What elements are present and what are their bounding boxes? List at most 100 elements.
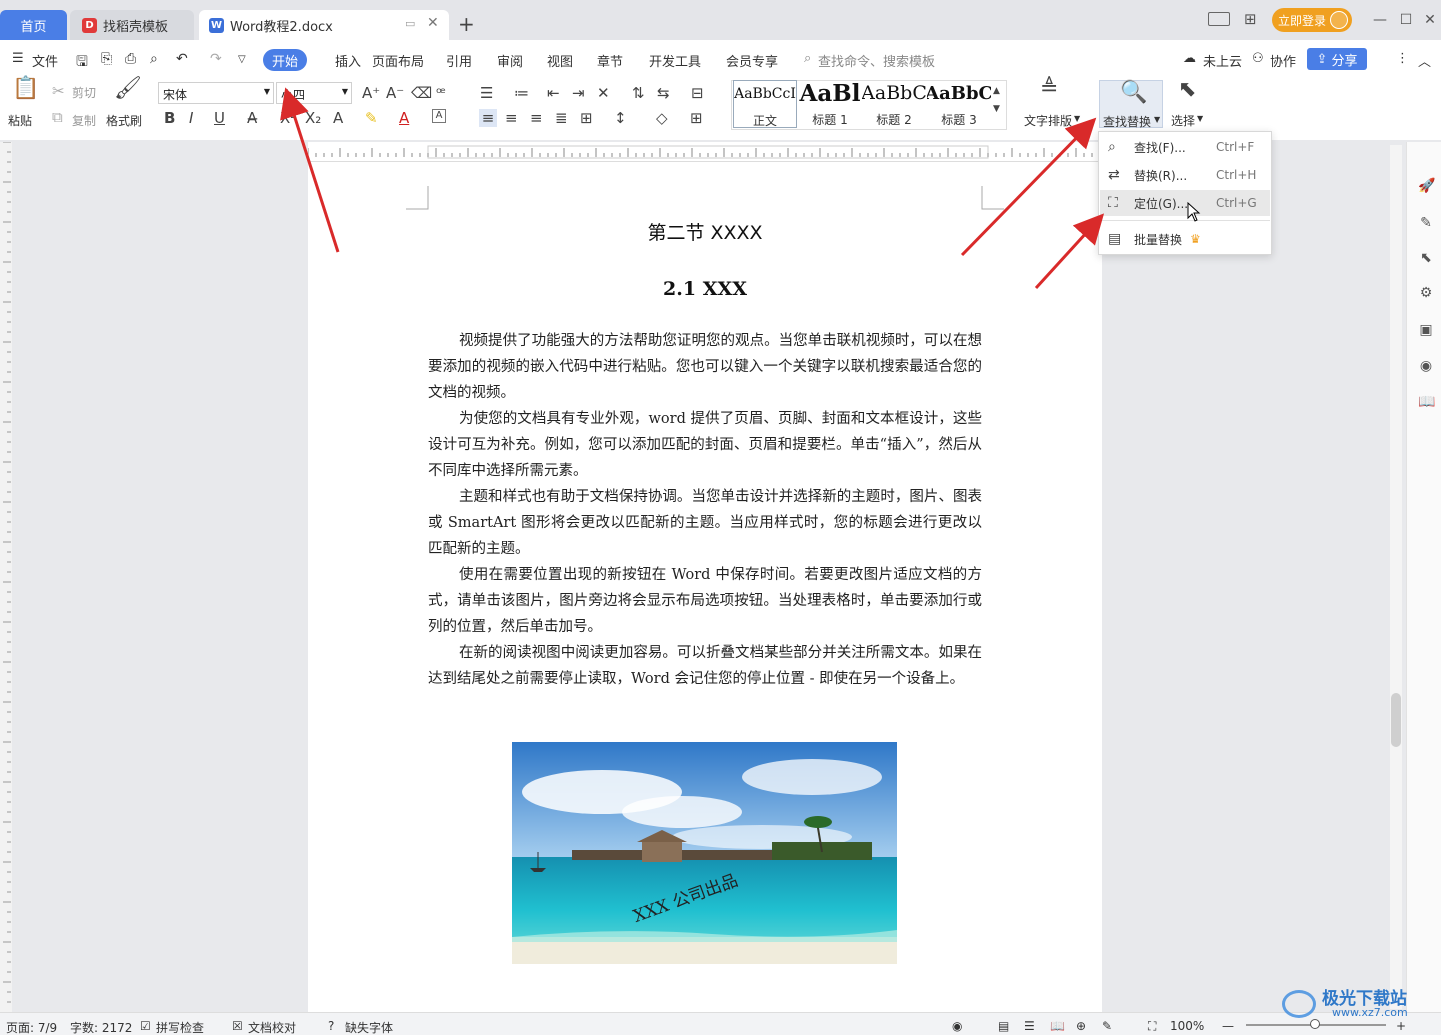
- close-window-icon[interactable]: ✕: [1420, 10, 1440, 30]
- menu-member[interactable]: 会员专享: [726, 51, 778, 70]
- shading-icon[interactable]: ◇: [656, 109, 668, 127]
- justify-icon[interactable]: ≣: [555, 109, 568, 127]
- find-replace-button[interactable]: 🔍 查找替换 ▼: [1099, 80, 1163, 129]
- chinese-layout-icon[interactable]: ✕: [597, 84, 610, 102]
- text-layout-dropdown-icon[interactable]: ▼: [1074, 114, 1080, 123]
- copy-icon[interactable]: ⧉: [52, 108, 63, 126]
- login-button[interactable]: 立即登录: [1272, 8, 1352, 32]
- more-icon[interactable]: ⋮: [1396, 51, 1409, 66]
- menu-item-find[interactable]: ⌕ 查找(F)... Ctrl+F: [1100, 134, 1270, 160]
- bullets-icon[interactable]: ☰: [480, 84, 493, 102]
- style-heading-1[interactable]: AaBl 标题 1: [798, 80, 862, 128]
- pointer-icon[interactable]: ⬉: [1418, 250, 1434, 266]
- align-right-icon[interactable]: ≡: [530, 109, 543, 127]
- menu-developer[interactable]: 开发工具: [649, 51, 701, 70]
- italic-icon[interactable]: I: [189, 109, 193, 127]
- cloud-status[interactable]: 未上云: [1203, 51, 1242, 70]
- select-button[interactable]: 选择: [1171, 112, 1195, 129]
- grow-font-icon[interactable]: A⁺: [362, 84, 380, 102]
- bold-icon[interactable]: B: [164, 109, 175, 127]
- redo-icon[interactable]: ↷: [210, 51, 222, 67]
- share-button[interactable]: ⇪ 分享: [1307, 48, 1367, 70]
- styles-scroll-icon[interactable]: ▲ ▼: [993, 82, 1000, 118]
- menu-item-goto[interactable]: ⛶ 定位(G)... Ctrl+G: [1100, 190, 1270, 216]
- settings-sliders-icon[interactable]: ⚙: [1418, 285, 1434, 301]
- read-view-icon[interactable]: 📖: [1050, 1019, 1065, 1033]
- font-color-icon[interactable]: A: [399, 109, 409, 127]
- page-indicator[interactable]: 页面: 7/9: [6, 1019, 57, 1035]
- show-marks-icon[interactable]: ⇆: [657, 84, 670, 102]
- close-tab-icon[interactable]: ✕: [427, 15, 439, 31]
- menu-page-layout[interactable]: 页面布局: [372, 51, 424, 70]
- menu-review[interactable]: 审阅: [497, 51, 523, 70]
- cut-button[interactable]: 剪切: [72, 84, 96, 101]
- collab-button[interactable]: 协作: [1270, 51, 1296, 70]
- format-painter-button[interactable]: 格式刷: [106, 112, 142, 129]
- underline-icon[interactable]: U: [214, 109, 225, 127]
- hamburger-icon[interactable]: ☰: [12, 51, 24, 66]
- increase-indent-icon[interactable]: ⇥: [572, 84, 585, 102]
- fit-page-icon[interactable]: ⛶: [1148, 1019, 1156, 1034]
- export-icon[interactable]: ⎘: [101, 51, 112, 67]
- strike-icon[interactable]: A̶: [247, 109, 257, 127]
- command-search-input[interactable]: 查找命令、搜索模板: [818, 51, 935, 70]
- proof-icon[interactable]: ☒: [232, 1019, 243, 1033]
- clear-format-icon[interactable]: ⌫: [411, 84, 432, 102]
- menu-item-batch-replace[interactable]: ▤ 批量替换 ♛: [1100, 226, 1270, 252]
- style-heading-2[interactable]: AaBbC 标题 2: [862, 80, 926, 128]
- undo-icon[interactable]: ↶: [176, 51, 188, 67]
- rocket-icon[interactable]: 🚀: [1418, 178, 1435, 194]
- sort-icon[interactable]: ⇅: [632, 84, 645, 102]
- paste-button[interactable]: 粘贴: [8, 112, 32, 129]
- distributed-align-icon[interactable]: ⊞: [580, 109, 593, 127]
- beach-image[interactable]: XXX 公司出品: [512, 742, 897, 964]
- word-count[interactable]: 字数: 2172: [70, 1019, 132, 1035]
- maximize-icon[interactable]: ☐: [1396, 10, 1416, 30]
- spellcheck-button[interactable]: 拼写检查: [156, 1019, 204, 1035]
- text-layout-icon[interactable]: ≜: [1040, 78, 1058, 100]
- apps-grid-icon[interactable]: ⊞: [1244, 10, 1257, 28]
- menu-chapter[interactable]: 章节: [597, 51, 623, 70]
- zoom-level[interactable]: 100%: [1170, 1019, 1204, 1033]
- page-view-icon[interactable]: ▤: [998, 1019, 1009, 1033]
- edit-icon[interactable]: ✎: [1102, 1019, 1112, 1033]
- menu-insert[interactable]: 插入: [335, 51, 361, 70]
- font-size-select[interactable]: 小四 ▼: [276, 82, 352, 104]
- zoom-out-icon[interactable]: —: [1222, 1019, 1234, 1033]
- superscript-icon[interactable]: X²: [280, 109, 296, 127]
- align-center-icon[interactable]: ≡: [505, 109, 518, 127]
- vertical-ruler[interactable]: [0, 142, 12, 1012]
- minimize-icon[interactable]: —: [1370, 10, 1390, 30]
- location-icon[interactable]: ◉: [1418, 358, 1434, 374]
- web-view-icon[interactable]: ⊕: [1076, 1019, 1086, 1033]
- style-heading-3[interactable]: AaBbC 标题 3: [927, 80, 991, 128]
- decrease-indent-icon[interactable]: ⇤: [547, 84, 560, 102]
- tab-home[interactable]: 首页: [0, 10, 67, 40]
- book-icon[interactable]: 📖: [1418, 394, 1435, 410]
- outline-view-icon[interactable]: ☰: [1024, 1019, 1035, 1033]
- layout-icon[interactable]: [1208, 12, 1230, 26]
- scrollbar-thumb[interactable]: [1391, 693, 1401, 747]
- spellcheck-checkbox-icon[interactable]: ☑: [140, 1019, 151, 1033]
- subscript-icon[interactable]: X₂: [305, 109, 321, 127]
- preview-icon[interactable]: ⌕: [150, 51, 158, 67]
- font-name-select[interactable]: 宋体 ▼: [158, 82, 274, 104]
- image-tool-icon[interactable]: ▣: [1418, 322, 1434, 338]
- paste-icon[interactable]: 📋: [12, 78, 39, 106]
- text-layout-button[interactable]: 文字排版: [1024, 112, 1072, 129]
- tab-template[interactable]: D 找稻壳模板: [70, 10, 194, 40]
- distribute-icon[interactable]: ⊟: [691, 84, 704, 102]
- quick-access-dropdown-icon[interactable]: ▽: [238, 54, 246, 65]
- menu-start[interactable]: 开始: [263, 49, 307, 71]
- char-border-icon[interactable]: A: [432, 109, 446, 123]
- eye-icon[interactable]: ◉: [952, 1019, 962, 1033]
- highlight-icon[interactable]: ✎: [365, 109, 378, 127]
- pen-icon[interactable]: ✎: [1418, 215, 1434, 231]
- style-normal[interactable]: AaBbCcI 正文: [733, 80, 797, 128]
- pin-icon[interactable]: ▭: [405, 17, 415, 30]
- line-spacing-icon[interactable]: ↕: [614, 109, 627, 127]
- print-icon[interactable]: ⎙: [125, 51, 136, 67]
- menu-view[interactable]: 视图: [547, 51, 573, 70]
- shrink-font-icon[interactable]: A⁻: [386, 84, 404, 102]
- select-cursor-icon[interactable]: ⬉: [1178, 79, 1196, 101]
